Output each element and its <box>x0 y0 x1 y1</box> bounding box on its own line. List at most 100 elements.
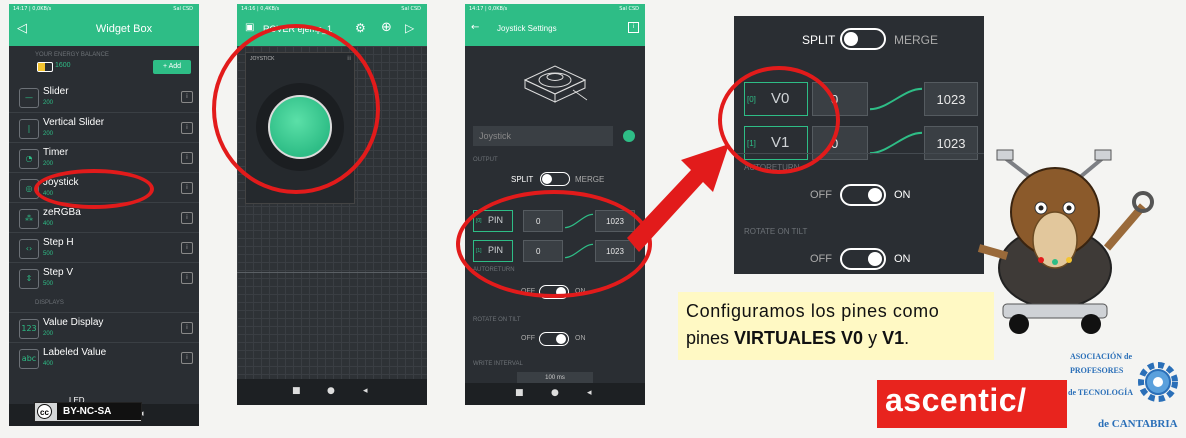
rotate-on-tilt-label: ROTATE ON TILT <box>473 317 521 323</box>
caption-box: Configuramos los pines como pines VIRTUA… <box>678 292 994 360</box>
widget-price: 500 <box>43 251 54 257</box>
range-curve-icon <box>870 131 922 155</box>
info-icon[interactable]: i <box>181 122 193 134</box>
zoom-merge-label: MERGE <box>894 33 939 47</box>
widget-icon: 123 <box>19 319 39 339</box>
widget-list-item[interactable]: — Slider 200 i <box>9 82 199 112</box>
association-line-4: de CANTABRIA <box>1098 418 1178 430</box>
nav-home-icon[interactable]: ● <box>551 388 559 398</box>
widget-name: Step H <box>43 237 74 248</box>
widget-name: zeRGBa <box>43 207 81 218</box>
widget-list-item[interactable]: 123 Value Display 200 i <box>9 312 199 343</box>
add-energy-button[interactable]: + Add <box>153 60 191 74</box>
info-icon[interactable]: i <box>181 91 193 103</box>
widget-name: Labeled Value <box>43 347 107 358</box>
rotate-on-tilt-toggle[interactable] <box>539 332 569 346</box>
association-line-2: PROFESORES <box>1070 366 1124 375</box>
widget-name-field[interactable]: Joystick <box>473 126 613 146</box>
phone-widget-box: 14:17 | 0,0KB/s Sal CSD ◁ Widget Box YOU… <box>9 4 199 426</box>
info-icon[interactable]: i <box>181 242 193 254</box>
status-time: 14:16 | 0,4KB/s <box>241 6 280 12</box>
widget-name: Step V <box>43 267 74 278</box>
nav-home-icon[interactable]: ● <box>327 386 335 396</box>
status-signal: Sal CSD <box>619 6 639 12</box>
status-signal: Sal CSD <box>401 6 421 12</box>
cc-icon: cc <box>37 404 52 419</box>
arrow-icon <box>627 144 729 252</box>
write-interval-label: WRITE INTERVAL <box>473 361 523 367</box>
canvas-divider <box>237 272 427 273</box>
pin-max-value[interactable]: 1023 <box>924 126 978 160</box>
output-section-label: OUTPUT <box>473 157 498 163</box>
info-icon[interactable]: i <box>181 152 193 164</box>
widget-icon: | <box>19 119 39 139</box>
energy-label: YOUR ENERGY BALANCE <box>35 52 109 58</box>
widget-icon: ‹› <box>19 239 39 259</box>
widget-list-item[interactable]: ⇕ Step V 500 i <box>9 262 199 293</box>
energy-battery-icon <box>37 62 53 72</box>
ascentic-logo: ascentic/ <box>877 380 1067 428</box>
widget-price: 200 <box>43 331 54 337</box>
gear-icon <box>1138 362 1178 402</box>
play-icon[interactable]: ▷ <box>405 21 414 35</box>
ascentic-logo-text: ascentic/ <box>885 382 1027 418</box>
info-icon[interactable]: i <box>628 22 639 33</box>
status-bar: 14:17 | 0,0KB/s Sal CSD <box>465 4 645 14</box>
info-icon[interactable]: i <box>181 182 193 194</box>
nav-recent-icon[interactable]: ■ <box>292 386 301 396</box>
mascot-bison-robot-image <box>977 149 1154 334</box>
nav-recent-icon[interactable]: ■ <box>515 388 524 398</box>
split-merge-toggle[interactable] <box>540 172 570 186</box>
status-time: 14:17 | 0,0KB/s <box>469 6 508 12</box>
widget-name: Vertical Slider <box>43 117 105 128</box>
widget-price: 200 <box>43 100 54 106</box>
nav-bar: ■ ● ◂ <box>465 383 645 405</box>
widget-price: 200 <box>43 131 54 137</box>
widget-price: 500 <box>43 281 54 287</box>
page-title: Widget Box <box>95 23 153 35</box>
highlight-joystick-widget <box>212 24 380 194</box>
caption-line-2: pines VIRTUALES V0 y V1. <box>686 328 910 348</box>
status-bar: 14:16 | 0,4KB/s Sal CSD <box>237 4 427 14</box>
zoom-rotate-off: OFF <box>810 253 832 265</box>
rotate-on-label: ON <box>575 335 586 342</box>
merge-label: MERGE <box>575 175 605 184</box>
status-time: 14:17 | 0,0KB/s <box>13 6 52 12</box>
widget-icon: ⇕ <box>19 269 39 289</box>
association-line-3: de TECNOLOGÍA <box>1068 388 1133 397</box>
association-logo: ASOCIACIÓN de PROFESORES de TECNOLOGÍA d… <box>1066 348 1184 434</box>
page-title: Joystick Settings <box>497 24 557 33</box>
highlight-joystick-item <box>34 169 154 209</box>
widget-name: Timer <box>43 147 69 158</box>
widget-list-item[interactable]: | Vertical Slider 200 i <box>9 112 199 143</box>
nav-back-icon[interactable]: ◂ <box>587 388 592 398</box>
info-icon[interactable]: i <box>181 272 193 284</box>
highlight-virtual-pins <box>718 66 840 174</box>
pin-max-value[interactable]: 1023 <box>924 82 978 116</box>
split-label: SPLIT <box>511 175 534 184</box>
info-icon[interactable]: i <box>181 322 193 334</box>
widget-icon: ⁂ <box>19 209 39 229</box>
cc-license-badge: cc BY-NC-SA <box>34 402 142 422</box>
add-widget-icon[interactable]: ⊕ <box>381 20 392 35</box>
nav-back-icon[interactable]: ◂ <box>363 386 368 396</box>
widget-list-item[interactable]: ‹› Step H 500 i <box>9 232 199 263</box>
energy-value: 1600 <box>55 62 71 69</box>
zoom-autoreturn-on: ON <box>894 189 911 201</box>
zoom-rotate-toggle[interactable] <box>840 248 886 270</box>
widget-name: Value Display <box>43 317 104 328</box>
app-bar: ◁ Widget Box <box>9 14 199 46</box>
zoom-split-merge-toggle[interactable] <box>840 28 886 50</box>
zoom-autoreturn-toggle[interactable] <box>840 184 886 206</box>
info-icon[interactable]: i <box>181 352 193 364</box>
back-arrow-icon[interactable]: ← <box>471 22 479 33</box>
widget-price: 400 <box>43 361 54 367</box>
joystick-illustration <box>523 65 588 103</box>
widget-price: 400 <box>43 221 54 227</box>
widget-icon: ◔ <box>19 149 39 169</box>
info-icon[interactable]: i <box>181 212 193 224</box>
project-icon[interactable]: ▣ <box>245 22 254 33</box>
widget-list-item[interactable]: abc Labeled Value 400 i <box>9 342 199 373</box>
zoom-rotate-on: ON <box>894 253 911 265</box>
settings-gear-icon[interactable]: ⚙ <box>355 21 366 35</box>
